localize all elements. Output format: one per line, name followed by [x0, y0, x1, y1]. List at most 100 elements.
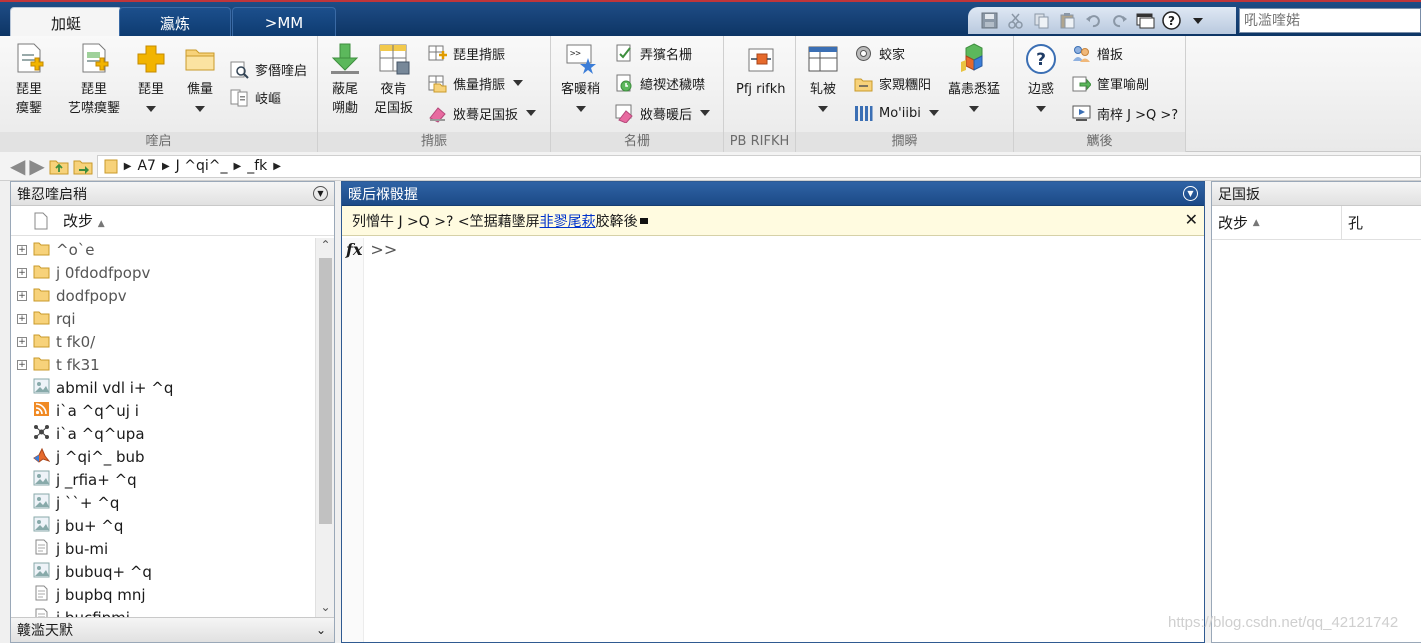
new-variable-button[interactable]: 琵里揹脤 [428, 42, 505, 64]
help-icon: ? [1026, 44, 1056, 74]
command-window-header: 暖后褓骰握 ▼ [342, 182, 1204, 206]
undo-icon[interactable] [1084, 11, 1103, 30]
browse-folder-icon[interactable] [73, 157, 93, 175]
list-item[interactable]: j bupbq mnj [11, 583, 316, 606]
list-item[interactable]: + dodfpopv [11, 284, 316, 307]
tab-plots[interactable]: 瀛炼 [119, 7, 231, 38]
list-item[interactable]: + t fk0/ [11, 330, 316, 353]
save-workspace-button[interactable]: 夜肯 足国扳 [374, 42, 413, 118]
preferences-button[interactable]: 蛟家 [854, 42, 905, 64]
back-arrow-icon[interactable]: ◀ [10, 156, 25, 176]
name-column-header[interactable]: 改步 ▲ [63, 210, 105, 231]
community-button[interactable]: 橧扳 [1072, 42, 1123, 64]
list-item[interactable]: j _rfia+ ^q [11, 468, 316, 491]
tab-home[interactable]: 加蜓 [10, 7, 122, 38]
list-item[interactable]: j ^qi^_ bub [11, 445, 316, 468]
expand-icon[interactable]: + [17, 244, 27, 255]
set-path-icon [854, 78, 873, 91]
breadcrumb-item[interactable]: _fk [247, 158, 267, 174]
details-panel-header[interactable]: 竷滥天默 ⌄ [11, 617, 334, 642]
list-item[interactable]: i`a ^q^upa [11, 422, 316, 445]
up-folder-icon[interactable] [49, 157, 69, 175]
file-name: t fk0/ [56, 332, 96, 351]
current-folder-header: 锥忍喹启稍 ▼ [11, 182, 334, 206]
name-column-header[interactable]: 改步 ▲ [1212, 205, 1342, 240]
list-item[interactable]: j bubuq+ ^q [11, 560, 316, 583]
switch-windows-icon[interactable] [1136, 11, 1155, 30]
copy-icon[interactable] [1032, 11, 1051, 30]
add-ons-button[interactable]: 藠恚悉猛 [948, 42, 1000, 112]
list-item[interactable]: j ``+ ^q [11, 491, 316, 514]
tab-apps[interactable]: >MM [232, 7, 336, 38]
close-icon[interactable]: ✕ [1185, 210, 1198, 229]
find-files-button[interactable]: 奓僭喹启 [230, 58, 307, 80]
clear-commands-button[interactable]: 敚蓦暖后 [615, 102, 711, 124]
list-item[interactable]: + ^o`e [11, 238, 316, 261]
help-icon[interactable]: ? [1162, 11, 1181, 30]
paste-icon[interactable] [1058, 11, 1077, 30]
chevron-down-icon[interactable]: ⌄ [316, 623, 326, 637]
favorites-icon: >> [566, 44, 596, 74]
scrollbar[interactable]: ⌃ ⌄ [315, 238, 334, 618]
scroll-down-icon[interactable]: ⌄ [316, 600, 335, 618]
document-icon [34, 212, 48, 229]
open-button[interactable]: 僬量 [183, 42, 217, 112]
new-live-script-button[interactable]: 琵里 艺噤瘼鑋 [68, 42, 120, 118]
svg-text:?: ? [1036, 50, 1046, 70]
analyze-code-button[interactable]: 弄獱名栅 [615, 42, 692, 64]
learn-matlab-button[interactable]: 南梓 J >Q >? [1072, 102, 1178, 124]
panel-menu-icon[interactable]: ▼ [1183, 186, 1198, 201]
new-button[interactable]: 琵里 [134, 42, 168, 112]
current-folder-path[interactable]: ▶ A7 ▶ J ^qi^_ ▶ _fk ▶ [96, 154, 1421, 178]
notice-link[interactable]: 非翏尾萩 [540, 211, 596, 231]
parallel-button[interactable]: Mo'iibi [854, 102, 939, 124]
simulink-button[interactable]: Pfj rifkh [736, 42, 785, 99]
expand-icon[interactable]: + [17, 267, 27, 278]
cut-icon[interactable] [1006, 11, 1025, 30]
parallel-label: Mo'iibi [879, 105, 921, 121]
file-list-header[interactable]: 改步 ▲ [11, 206, 334, 236]
redo-icon[interactable] [1110, 11, 1129, 30]
open-variable-icon [428, 75, 447, 92]
function-browser-icon[interactable]: fx [346, 240, 362, 259]
list-item[interactable]: j bu-mi [11, 537, 316, 560]
run-time-button[interactable]: 繶禊述穢噤 [615, 72, 705, 94]
breadcrumb-item[interactable]: J ^qi^_ [176, 158, 228, 174]
import-data-button[interactable]: 蔽尾 嗍勴 [328, 42, 362, 118]
favorites-button[interactable]: >> 客暖稍 [561, 42, 600, 112]
expand-icon[interactable]: + [17, 359, 27, 370]
breadcrumb-item[interactable]: A7 [137, 158, 155, 174]
value-column-header[interactable]: 孔 [1342, 206, 1363, 240]
ribbon-section-label: 喹启 [0, 132, 317, 152]
list-item[interactable]: + j 0fdodfpopv [11, 261, 316, 284]
help-button[interactable]: ? 边惑 [1024, 42, 1058, 112]
list-item[interactable]: i`a ^q^uj i [11, 399, 316, 422]
command-input[interactable]: fx >> [342, 236, 1204, 262]
expand-icon[interactable]: + [17, 313, 27, 324]
set-path-button[interactable]: 家覭糰阳 [854, 72, 931, 94]
save-icon[interactable] [980, 11, 999, 30]
list-item[interactable]: j bu+ ^q [11, 514, 316, 537]
request-support-button[interactable]: 筐軍喻剮 [1072, 72, 1149, 94]
compare-button[interactable]: 岐嶇 [230, 86, 281, 108]
forward-arrow-icon[interactable]: ▶ [29, 156, 44, 176]
ribbon-section-simulink: Pfj rifkh PB RIFKH [724, 36, 796, 152]
file-name: j bubuq+ ^q [56, 562, 152, 581]
new-script-button[interactable]: 琵里 瘼鑋 [12, 42, 46, 118]
scroll-up-icon[interactable]: ⌃ [316, 238, 335, 256]
scroll-thumb[interactable] [319, 258, 332, 524]
expand-icon[interactable]: + [17, 290, 27, 301]
clear-workspace-button[interactable]: 敚蓦足国扳 [428, 102, 537, 124]
layout-button[interactable]: 轧被 [806, 42, 840, 112]
folder-icon [33, 355, 56, 375]
open-variable-button[interactable]: 僬量揹脤 [428, 72, 524, 94]
panel-menu-icon[interactable]: ▼ [313, 186, 328, 201]
dropdown-icon[interactable] [1188, 11, 1207, 30]
simulink-icon [748, 48, 774, 72]
list-item[interactable]: + t fk31 [11, 353, 316, 376]
list-item[interactable]: + rqi [11, 307, 316, 330]
list-item[interactable]: abmil vdl i+ ^q [11, 376, 316, 399]
new-script-icon [17, 43, 44, 73]
expand-icon[interactable]: + [17, 336, 27, 347]
search-input[interactable] [1239, 8, 1421, 33]
